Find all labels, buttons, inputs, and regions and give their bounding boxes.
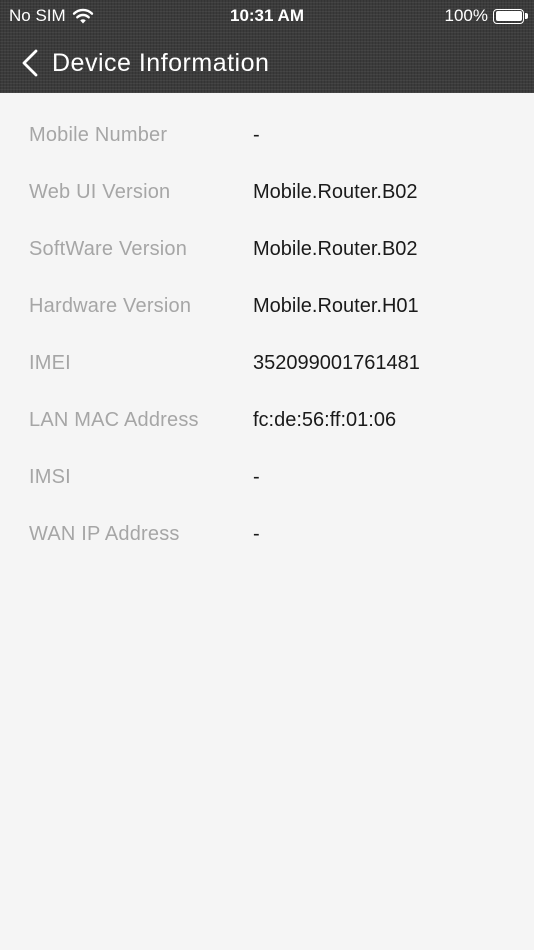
battery-tip xyxy=(525,13,528,19)
info-value: Mobile.Router.H01 xyxy=(253,295,419,317)
battery-percent: 100% xyxy=(444,6,488,25)
info-row-web-ui-version: Web UI Version Mobile.Router.B02 xyxy=(0,164,534,221)
navigation-bar: Device Information xyxy=(0,32,534,93)
info-value: 352099001761481 xyxy=(253,352,420,374)
info-label: WAN IP Address xyxy=(29,523,180,545)
info-label: Web UI Version xyxy=(29,181,171,203)
chevron-left-icon[interactable] xyxy=(19,48,41,78)
info-label: IMSI xyxy=(29,466,71,488)
info-row-imsi: IMSI - xyxy=(0,449,534,506)
battery-fill xyxy=(495,11,522,21)
info-label: SoftWare Version xyxy=(29,238,188,260)
info-value: Mobile.Router.B02 xyxy=(253,181,418,203)
info-value: - xyxy=(253,466,260,488)
device-info-list: Mobile Number - Web UI Version Mobile.Ro… xyxy=(0,107,534,563)
screen: No SIM 10:31 AM 100% Device Information … xyxy=(0,0,534,950)
info-label: Mobile Number xyxy=(29,124,168,146)
info-row-wan-ip-address: WAN IP Address - xyxy=(0,506,534,563)
battery-icon xyxy=(493,8,528,24)
info-row-mobile-number: Mobile Number - xyxy=(0,107,534,164)
info-row-software-version: SoftWare Version Mobile.Router.B02 xyxy=(0,221,534,278)
back-button[interactable] xyxy=(0,32,41,93)
status-bar: No SIM 10:31 AM 100% xyxy=(0,0,534,32)
info-value: Mobile.Router.B02 xyxy=(253,238,418,260)
info-row-hardware-version: Hardware Version Mobile.Router.H01 xyxy=(0,278,534,335)
info-value: fc:de:56:ff:01:06 xyxy=(253,409,397,431)
battery-group: 100% xyxy=(444,6,528,26)
info-value: - xyxy=(253,523,260,545)
info-label: Hardware Version xyxy=(29,295,192,317)
info-value: - xyxy=(253,124,260,146)
info-row-lan-mac-address: LAN MAC Address fc:de:56:ff:01:06 xyxy=(0,392,534,449)
info-row-imei: IMEI 352099001761481 xyxy=(0,335,534,392)
info-label: IMEI xyxy=(29,352,71,374)
info-label: LAN MAC Address xyxy=(29,409,199,431)
page-title: Device Information xyxy=(52,49,270,77)
